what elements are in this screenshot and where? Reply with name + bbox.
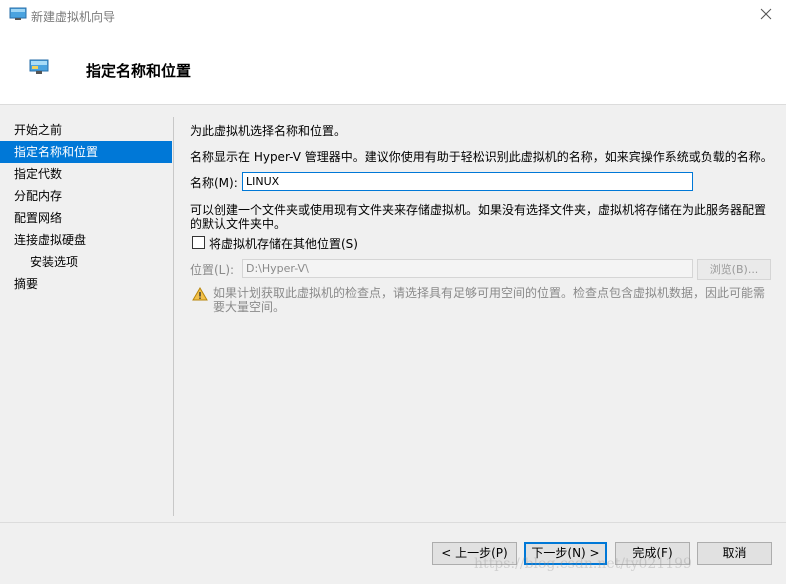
store-elsewhere-label[interactable]: 将虚拟机存储在其他位置(S) (209, 235, 358, 252)
folder-info-line2: 的默认文件夹中。 (190, 217, 287, 231)
page-title: 指定名称和位置 (86, 62, 192, 80)
close-button[interactable] (746, 0, 786, 31)
nav-item-virtual-disk[interactable]: 连接虚拟硬盘 (0, 229, 172, 251)
wizard-body: 开始之前 指定名称和位置 指定代数 分配内存 配置网络 连接虚拟硬盘 安装选项 … (0, 105, 786, 584)
nav-item-generation[interactable]: 指定代数 (0, 163, 172, 185)
wizard-steps-nav: 开始之前 指定名称和位置 指定代数 分配内存 配置网络 连接虚拟硬盘 安装选项 … (0, 119, 172, 295)
warning-text: 如果计划获取此虚拟机的检查点，请选择具有足够可用空间的位置。检查点包含虚拟机数据… (213, 286, 769, 314)
warning-icon (192, 287, 208, 301)
nav-item-memory[interactable]: 分配内存 (0, 185, 172, 207)
title-bar: 新建虚拟机向导 (0, 0, 786, 31)
intro-text: 为此虚拟机选择名称和位置。 (190, 124, 347, 138)
store-elsewhere-checkbox[interactable] (192, 236, 205, 249)
nav-item-summary[interactable]: 摘要 (0, 273, 172, 295)
warning-line1: 如果计划获取此虚拟机的检查点，请选择具有足够可用空间的位置。检查点包含虚拟机数据… (213, 286, 766, 300)
browse-button[interactable]: 浏览(B)... (697, 259, 771, 280)
nav-item-name-location[interactable]: 指定名称和位置 (0, 141, 172, 163)
next-button[interactable]: 下一步(N) > (524, 542, 607, 565)
warning-line2: 要大量空间。 (213, 300, 286, 314)
previous-button[interactable]: < 上一步(P) (432, 542, 517, 565)
name-input[interactable] (242, 172, 693, 191)
name-label: 名称(M): (190, 176, 238, 190)
description-text: 名称显示在 Hyper-V 管理器中。建议你使用有助于轻松识别此虚拟机的名称，如… (190, 150, 773, 164)
footer-divider (0, 522, 786, 523)
nav-item-before-you-begin[interactable]: 开始之前 (0, 119, 172, 141)
location-label: 位置(L): (190, 263, 235, 277)
location-input[interactable]: D:\Hyper-V\ (242, 259, 693, 278)
finish-button[interactable]: 完成(F) (615, 542, 690, 565)
nav-item-install-options[interactable]: 安装选项 (0, 251, 172, 273)
wizard-header: 指定名称和位置 (0, 31, 786, 105)
window-title: 新建虚拟机向导 (31, 10, 116, 24)
nav-item-network[interactable]: 配置网络 (0, 207, 172, 229)
monitor-icon (9, 7, 27, 21)
monitor-icon (29, 59, 49, 75)
close-icon (760, 8, 772, 23)
cancel-button[interactable]: 取消 (697, 542, 772, 565)
nav-divider (173, 117, 174, 516)
